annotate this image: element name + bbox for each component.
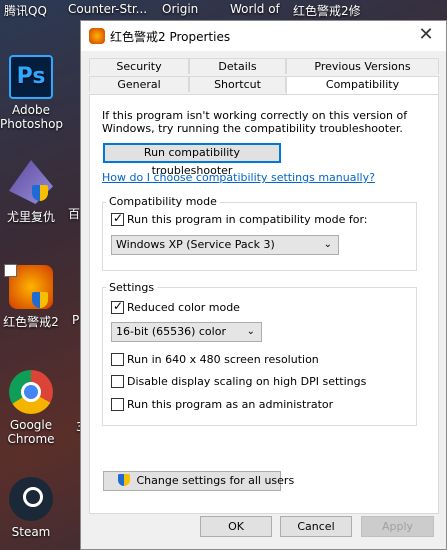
os-select[interactable]: Windows XP (Service Pack 3) ⌄ — [111, 235, 339, 255]
compatibility-panel: If this program isn't working correctly … — [89, 94, 439, 514]
tab-compatibility[interactable]: Compatibility — [286, 76, 439, 94]
run-as-admin-label[interactable]: Run this program as an administrator — [127, 398, 333, 411]
program-icon — [89, 28, 105, 44]
desktop-label-qq[interactable]: 腾讯QQ — [4, 2, 47, 19]
desktop-icon-chrome[interactable]: Google Chrome — [0, 370, 62, 446]
ok-button[interactable]: OK — [200, 516, 272, 537]
dpi-scaling-label[interactable]: Disable display scaling on high DPI sett… — [127, 375, 366, 388]
desktop-icon-youli[interactable]: 尤里复仇 — [0, 160, 62, 225]
tab-previous-versions[interactable]: Previous Versions — [286, 58, 439, 74]
uac-shield-icon — [32, 185, 48, 201]
tab-shortcut[interactable]: Shortcut — [189, 76, 286, 92]
manual-settings-link[interactable]: How do I choose compatibility settings m… — [102, 171, 375, 184]
steam-icon — [9, 477, 53, 521]
color-depth-value: 16-bit (65536) color — [116, 325, 226, 338]
desktop-icon-photoshop[interactable]: Ps Adobe Photoshop — [0, 55, 64, 131]
chevron-down-icon: ⌄ — [323, 239, 332, 250]
desktop-icon-label: 红色警戒2 — [3, 315, 59, 329]
resolution-640-checkbox[interactable] — [111, 353, 124, 366]
compatibility-mode-title: Compatibility mode — [106, 195, 220, 208]
intro-text: If this program isn't working correctly … — [102, 109, 408, 135]
color-depth-select[interactable]: 16-bit (65536) color ⌄ — [111, 322, 262, 342]
photoshop-icon: Ps — [9, 55, 53, 99]
settings-title: Settings — [106, 281, 158, 294]
desktop-icon-label: Adobe Photoshop — [0, 103, 64, 131]
uac-shield-icon — [32, 292, 48, 308]
dpi-scaling-checkbox[interactable] — [111, 375, 124, 388]
apply-button[interactable]: Apply — [361, 516, 434, 537]
chevron-down-icon: ⌄ — [246, 326, 255, 337]
tab-security[interactable]: Security — [89, 58, 189, 74]
troubleshooter-button[interactable]: Run compatibility troubleshooter — [103, 143, 281, 177]
resolution-640-label[interactable]: Run in 640 x 480 screen resolution — [127, 353, 319, 366]
desktop-label-red-alert-mod[interactable]: 红色警戒2修 — [293, 2, 361, 19]
compat-mode-checkbox[interactable] — [111, 211, 124, 226]
tab-details[interactable]: Details — [189, 58, 286, 74]
uac-shield-icon — [118, 474, 130, 486]
dialog-title: 红色警戒2 Properties — [110, 30, 231, 44]
os-select-value: Windows XP (Service Pack 3) — [116, 238, 275, 251]
desktop-label-counter-strike[interactable]: Counter-Str... — [68, 2, 147, 16]
change-settings-all-users-button[interactable]: Change settings for all users — [103, 471, 294, 491]
desktop-icon-label: 尤里复仇 — [6, 210, 55, 224]
desktop-select-checkbox[interactable] — [4, 264, 17, 277]
desktop-partial-text: P — [72, 313, 80, 327]
close-icon[interactable]: ✕ — [406, 21, 446, 51]
cancel-button[interactable]: Cancel — [280, 516, 352, 537]
title-bar[interactable]: 红色警戒2 Properties ✕ — [81, 21, 446, 51]
tab-general[interactable]: General — [89, 76, 189, 92]
run-as-admin-checkbox[interactable] — [111, 398, 124, 411]
properties-dialog: 红色警戒2 Properties ✕ Security Details Prev… — [80, 20, 447, 550]
reduced-color-checkbox[interactable] — [111, 299, 124, 314]
chrome-icon — [9, 370, 53, 414]
compat-mode-label[interactable]: Run this program in compatibility mode f… — [127, 213, 368, 226]
reduced-color-label[interactable]: Reduced color mode — [127, 301, 240, 314]
desktop-icon-label: Google Chrome — [7, 418, 55, 446]
change-settings-label: Change settings for all users — [136, 474, 295, 487]
desktop-icon-steam[interactable]: Steam — [0, 477, 62, 539]
desktop-label-world-of[interactable]: World of — [230, 2, 280, 16]
desktop-icon-label: Steam — [11, 525, 51, 539]
desktop-partial-text: 百 — [68, 207, 81, 221]
desktop-label-origin[interactable]: Origin — [162, 2, 198, 16]
